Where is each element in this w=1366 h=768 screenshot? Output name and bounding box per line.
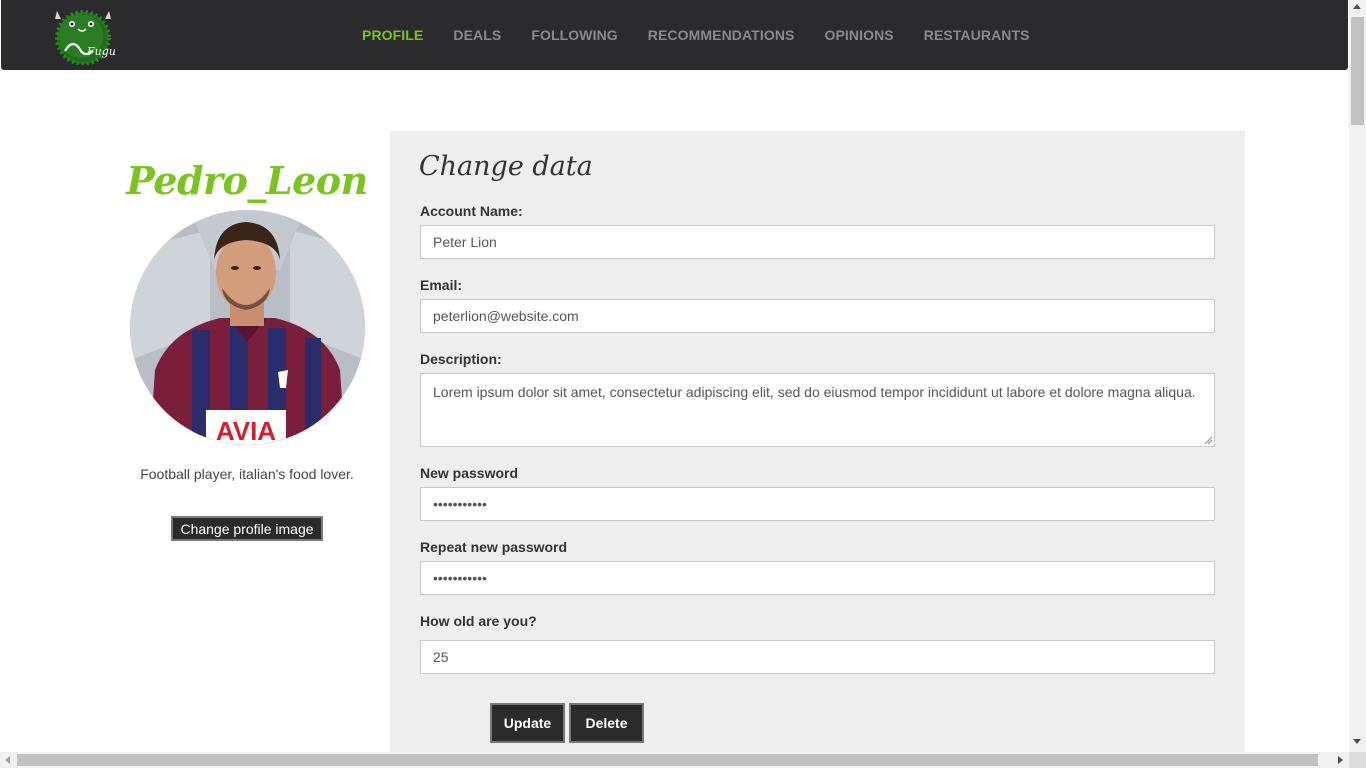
scroll-up-icon[interactable] — [1353, 4, 1361, 9]
nav-opinions[interactable]: OPINIONS — [824, 27, 893, 43]
panel-title: Change data — [419, 151, 593, 182]
avatar: AVIA — [130, 210, 365, 445]
vertical-scrollbar[interactable] — [1349, 0, 1366, 752]
description-text: Lorem ipsum dolor sit amet, consectetur … — [433, 384, 1196, 400]
email-label: Email: — [420, 277, 463, 293]
new-password-input[interactable]: ••••••••••• — [420, 487, 1215, 521]
nav-profile[interactable]: PROFILE — [362, 27, 423, 43]
svg-text:AVIA: AVIA — [216, 416, 276, 445]
profile-bio: Football player, italian's food lover. — [140, 466, 354, 482]
account-name-label: Account Name: — [420, 203, 523, 219]
delete-button[interactable]: Delete — [569, 703, 644, 743]
vertical-scroll-thumb[interactable] — [1351, 17, 1364, 125]
scroll-down-icon[interactable] — [1353, 739, 1361, 744]
change-profile-image-button[interactable]: Change profile image — [171, 516, 323, 541]
account-name-input[interactable]: Peter Lion — [420, 225, 1215, 259]
main-nav: PROFILE DEALS FOLLOWING RECOMMENDATIONS … — [362, 0, 1060, 70]
new-password-label: New password — [420, 465, 519, 481]
nav-restaurants[interactable]: RESTAURANTS — [924, 27, 1030, 43]
repeat-password-input[interactable]: ••••••••••• — [420, 561, 1215, 595]
nav-following[interactable]: FOLLOWING — [531, 27, 617, 43]
top-navbar: Fugu PROFILE DEALS FOLLOWING RECOMMENDAT… — [1, 0, 1348, 70]
description-label: Description: — [420, 351, 502, 367]
age-input[interactable]: 25 — [420, 640, 1215, 674]
scrollbar-corner — [1349, 752, 1366, 768]
resize-handle-icon[interactable] — [1204, 436, 1213, 445]
email-input[interactable]: peterlion@website.com — [420, 299, 1215, 333]
change-data-panel: Change data Account Name: Peter Lion Ema… — [390, 131, 1245, 752]
age-label: How old are you? — [420, 613, 537, 629]
nav-deals[interactable]: DEALS — [453, 27, 501, 43]
fugu-logo[interactable]: Fugu — [51, 7, 115, 65]
repeat-password-label: Repeat new password — [420, 539, 568, 555]
scroll-left-icon[interactable] — [5, 756, 10, 764]
scroll-right-icon[interactable] — [1338, 756, 1343, 764]
horizontal-scrollbar[interactable] — [0, 752, 1366, 768]
description-textarea[interactable]: Lorem ipsum dolor sit amet, consectetur … — [420, 373, 1215, 447]
nav-recommendations[interactable]: RECOMMENDATIONS — [648, 27, 795, 43]
update-button[interactable]: Update — [490, 703, 565, 743]
horizontal-scroll-thumb[interactable] — [17, 754, 1318, 766]
svg-text:Fugu: Fugu — [86, 45, 115, 58]
profile-username: Pedro_Leon — [126, 158, 368, 203]
